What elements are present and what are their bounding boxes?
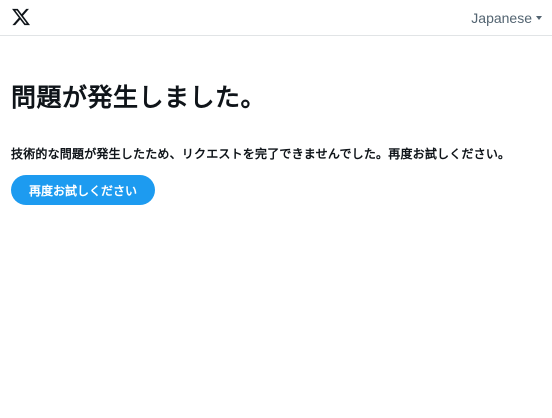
language-label: Japanese	[471, 10, 532, 26]
x-logo-svg	[12, 8, 31, 26]
error-message: 技術的な問題が発生したため、リクエストを完了できませんでした。再度お試しください…	[11, 147, 511, 161]
page-title: 問題が発生しました。	[11, 83, 267, 112]
x-logo-icon[interactable]	[11, 7, 31, 27]
top-bar: Japanese	[0, 0, 552, 36]
retry-button[interactable]: 再度お試しください	[11, 175, 155, 205]
caret-down-icon	[536, 16, 542, 20]
language-selector[interactable]: Japanese	[471, 9, 542, 27]
